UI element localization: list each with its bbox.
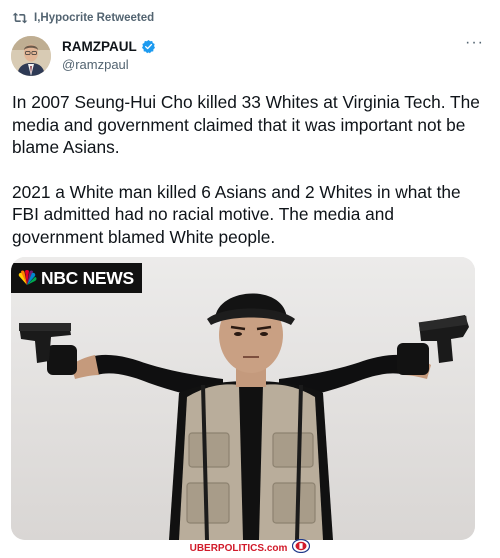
- nbc-news-label: NBC NEWS: [41, 267, 134, 288]
- media-photo: [11, 257, 475, 540]
- site-name: UBERPOLITICS.com: [190, 543, 288, 554]
- nbc-peacock-icon: [17, 270, 37, 286]
- tweet-paragraph: 2021 a White man killed 6 Asians and 2 W…: [12, 181, 461, 247]
- tweet-text: In 2007 Seung-Hui Cho killed 33 Whites a…: [12, 91, 490, 248]
- retweet-context[interactable]: I,Hypocrite Retweeted: [12, 9, 154, 27]
- more-options-icon[interactable]: ···: [465, 35, 484, 51]
- retweet-label: I,Hypocrite Retweeted: [34, 12, 155, 24]
- tweet-paragraph: In 2007 Seung-Hui Cho killed 33 Whites a…: [12, 92, 480, 157]
- tweet-media-image[interactable]: NBC NEWS: [11, 257, 475, 540]
- site-badge-icon: [292, 538, 311, 558]
- author-name-row[interactable]: RAMZPAUL: [62, 39, 156, 54]
- nbc-news-watermark: NBC NEWS: [11, 263, 142, 293]
- site-watermark: UBERPOLITICS.com: [0, 538, 500, 558]
- display-name[interactable]: RAMZPAUL: [62, 39, 137, 54]
- retweet-icon: [12, 11, 28, 25]
- author-handle[interactable]: @ramzpaul: [62, 57, 129, 72]
- site-suffix: .com: [264, 542, 288, 554]
- site-name-text: UBERPOLITICS: [189, 542, 265, 554]
- verified-badge-icon: [141, 39, 156, 54]
- avatar[interactable]: [11, 36, 51, 76]
